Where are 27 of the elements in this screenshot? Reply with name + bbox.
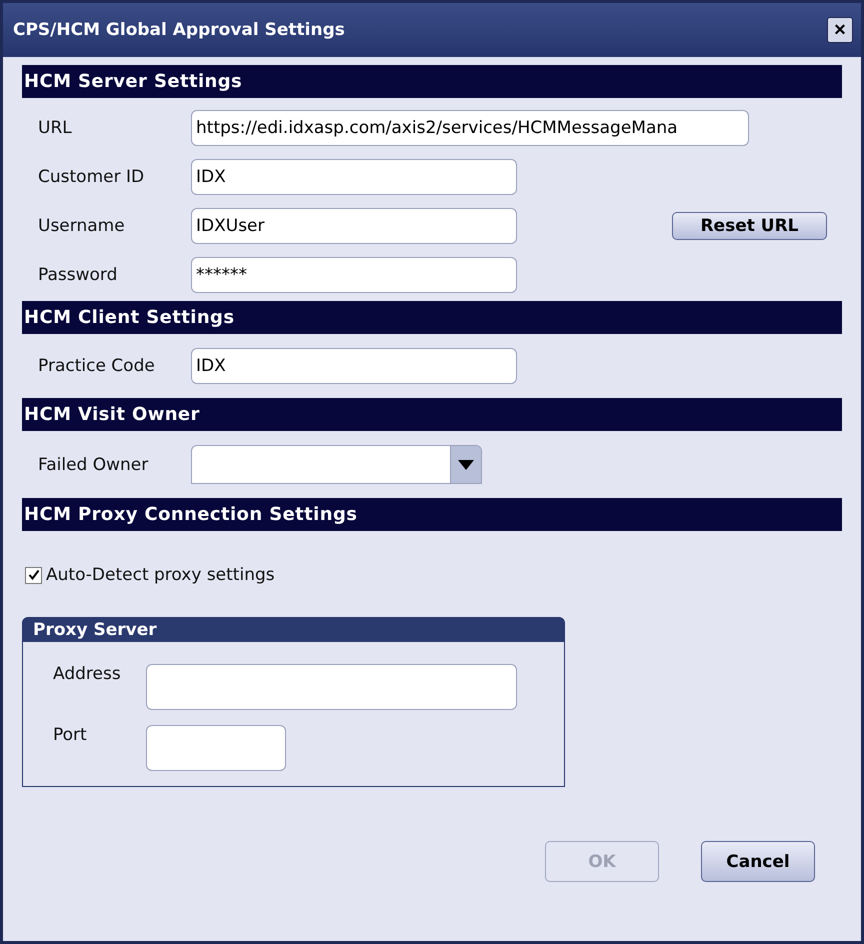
- field-label: Failed Owner: [37, 454, 150, 474]
- checkbox[interactable]: [25, 566, 42, 584]
- group-title: Proxy Server: [23, 618, 564, 642]
- field-label: Username: [37, 216, 126, 236]
- reset-url-button[interactable]: Reset URL: [672, 212, 827, 240]
- dropdown-field[interactable]: [191, 445, 482, 484]
- input-field[interactable]: [146, 725, 286, 771]
- field-label: Customer ID: [37, 167, 146, 187]
- close-button[interactable]: ×: [827, 17, 853, 43]
- section-header: HCM Client Settings: [22, 301, 842, 334]
- field-label: URL: [37, 118, 73, 138]
- field-label: Practice Code: [37, 356, 156, 376]
- input-field[interactable]: ******: [191, 257, 517, 293]
- field-label: Password: [37, 265, 118, 285]
- input-field[interactable]: IDX: [191, 348, 517, 384]
- input-field[interactable]: [146, 664, 517, 710]
- section-header: HCM Server Settings: [22, 65, 842, 98]
- input-field[interactable]: IDXUser: [191, 208, 517, 244]
- section-header: HCM Proxy Connection Settings: [22, 498, 842, 531]
- field-label: Address: [52, 664, 122, 684]
- input-field[interactable]: https://edi.idxasp.com/axis2/services/HCMMessageMana: [191, 110, 749, 146]
- dialog-button[interactable]: Cancel: [701, 841, 815, 882]
- input-field[interactable]: IDX: [191, 159, 517, 195]
- section-header: HCM Visit Owner: [22, 398, 842, 431]
- checkbox-label: Auto-Detect proxy settings: [46, 565, 275, 585]
- field-label: Port: [52, 725, 88, 745]
- window-title: CPS/HCM Global Approval Settings: [13, 20, 345, 40]
